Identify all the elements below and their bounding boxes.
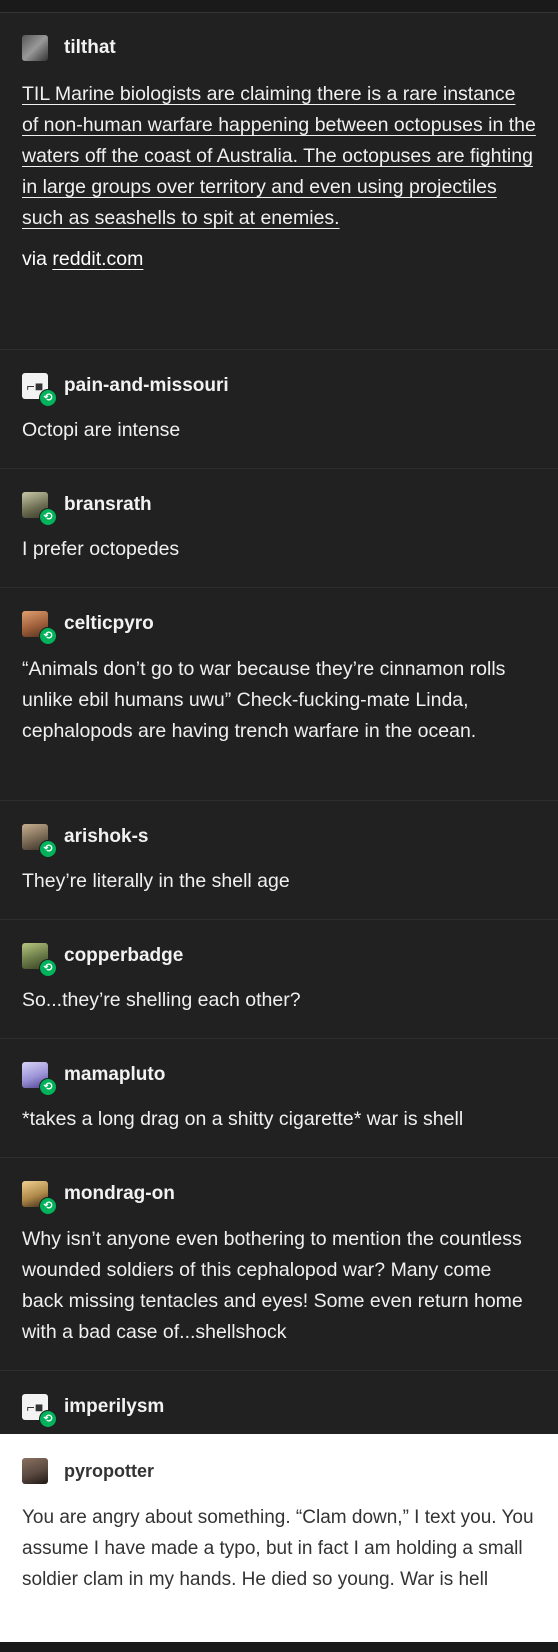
username[interactable]: mondrag-on [64, 1183, 175, 1205]
reblog-entry: ⟲ copperbadge So...they’re shelling each… [0, 920, 558, 1039]
post-body-link[interactable]: TIL Marine biologists are claiming there… [22, 79, 536, 234]
reblog-entry: ⌐■ ⟲ pain-and-missouri Octopi are intens… [0, 350, 558, 469]
reblog-entry: ⟲ mamapluto *takes a long drag on a shit… [0, 1039, 558, 1158]
reblog-text: So...they’re shelling each other? [22, 989, 301, 1011]
username[interactable]: pyropotter [64, 1461, 154, 1482]
avatar[interactable]: ⟲ [22, 1062, 57, 1096]
pyropotter-post: pyropotter You are angry about something… [0, 1434, 558, 1642]
post-header: tilthat [22, 34, 536, 62]
post-header: ⌐■ ⟲ imperilysm [22, 1393, 536, 1428]
post-text: You are angry about something. “Clam dow… [22, 1507, 534, 1590]
avatar[interactable]: ⟲ [22, 824, 57, 858]
username[interactable]: copperbadge [64, 945, 183, 967]
avatar-image [22, 35, 48, 61]
reblog-icon: ⟲ [39, 389, 57, 407]
post-header: ⟲ mamapluto [22, 1061, 536, 1096]
reblog-icon: ⟲ [39, 1078, 57, 1096]
reblog-text: “Animals don’t go to war because they’re… [22, 658, 506, 742]
reblog-icon: ⟲ [39, 627, 57, 645]
avatar[interactable]: ⌐■ ⟲ [22, 1394, 57, 1428]
avatar[interactable] [22, 1458, 48, 1484]
reblog-entry: ⟲ arishok-s They’re literally in the she… [0, 801, 558, 920]
post-header: ⟲ bransrath [22, 491, 536, 526]
avatar-image [22, 1458, 48, 1484]
avatar[interactable]: ⟲ [22, 943, 57, 977]
original-post: tilthat TIL Marine biologists are claimi… [0, 13, 558, 350]
reblog-icon: ⟲ [39, 1197, 57, 1215]
post-header: pyropotter [22, 1456, 536, 1486]
post-header: ⟲ arishok-s [22, 823, 536, 858]
reblog-icon: ⟲ [39, 508, 57, 526]
reblog-entry: ⟲ mondrag-on Why isn’t anyone even bothe… [0, 1158, 558, 1371]
reblog-entry: ⟲ celticpyro “Animals don’t go to war be… [0, 588, 558, 801]
reblog-icon: ⟲ [39, 840, 57, 858]
reblog-icon: ⟲ [39, 1410, 57, 1428]
username[interactable]: pain-and-missouri [64, 375, 229, 397]
source-line: via reddit.com [22, 248, 536, 271]
avatar[interactable]: ⟲ [22, 611, 57, 645]
username[interactable]: bransrath [64, 494, 152, 516]
source-link[interactable]: reddit.com [52, 248, 143, 270]
top-bar [0, 0, 558, 13]
username[interactable]: tilthat [64, 37, 116, 59]
reblog-entry: ⌐■ ⟲ imperilysm [0, 1371, 558, 1443]
username[interactable]: arishok-s [64, 826, 148, 848]
username[interactable]: imperilysm [64, 1396, 164, 1418]
reblog-text: Why isn’t anyone even bothering to menti… [22, 1228, 523, 1343]
avatar[interactable] [22, 35, 48, 61]
via-prefix: via [22, 248, 53, 270]
username[interactable]: celticpyro [64, 613, 154, 635]
reblog-text: *takes a long drag on a shitty cigarette… [22, 1108, 464, 1130]
post-header: ⟲ mondrag-on [22, 1180, 536, 1215]
reblog-text: Octopi are intense [22, 419, 181, 441]
post-header: ⟲ copperbadge [22, 942, 536, 977]
reblog-icon: ⟲ [39, 959, 57, 977]
reblog-text: They’re literally in the shell age [22, 870, 290, 892]
post-header: ⟲ celticpyro [22, 610, 536, 645]
bottom-bar [0, 1642, 558, 1652]
avatar[interactable]: ⟲ [22, 492, 57, 526]
reblog-entry: ⟲ bransrath I prefer octopedes [0, 469, 558, 588]
avatar[interactable]: ⌐■ ⟲ [22, 373, 57, 407]
post-header: ⌐■ ⟲ pain-and-missouri [22, 372, 536, 407]
avatar[interactable]: ⟲ [22, 1181, 57, 1215]
reblog-text: I prefer octopedes [22, 538, 180, 560]
username[interactable]: mamapluto [64, 1064, 165, 1086]
